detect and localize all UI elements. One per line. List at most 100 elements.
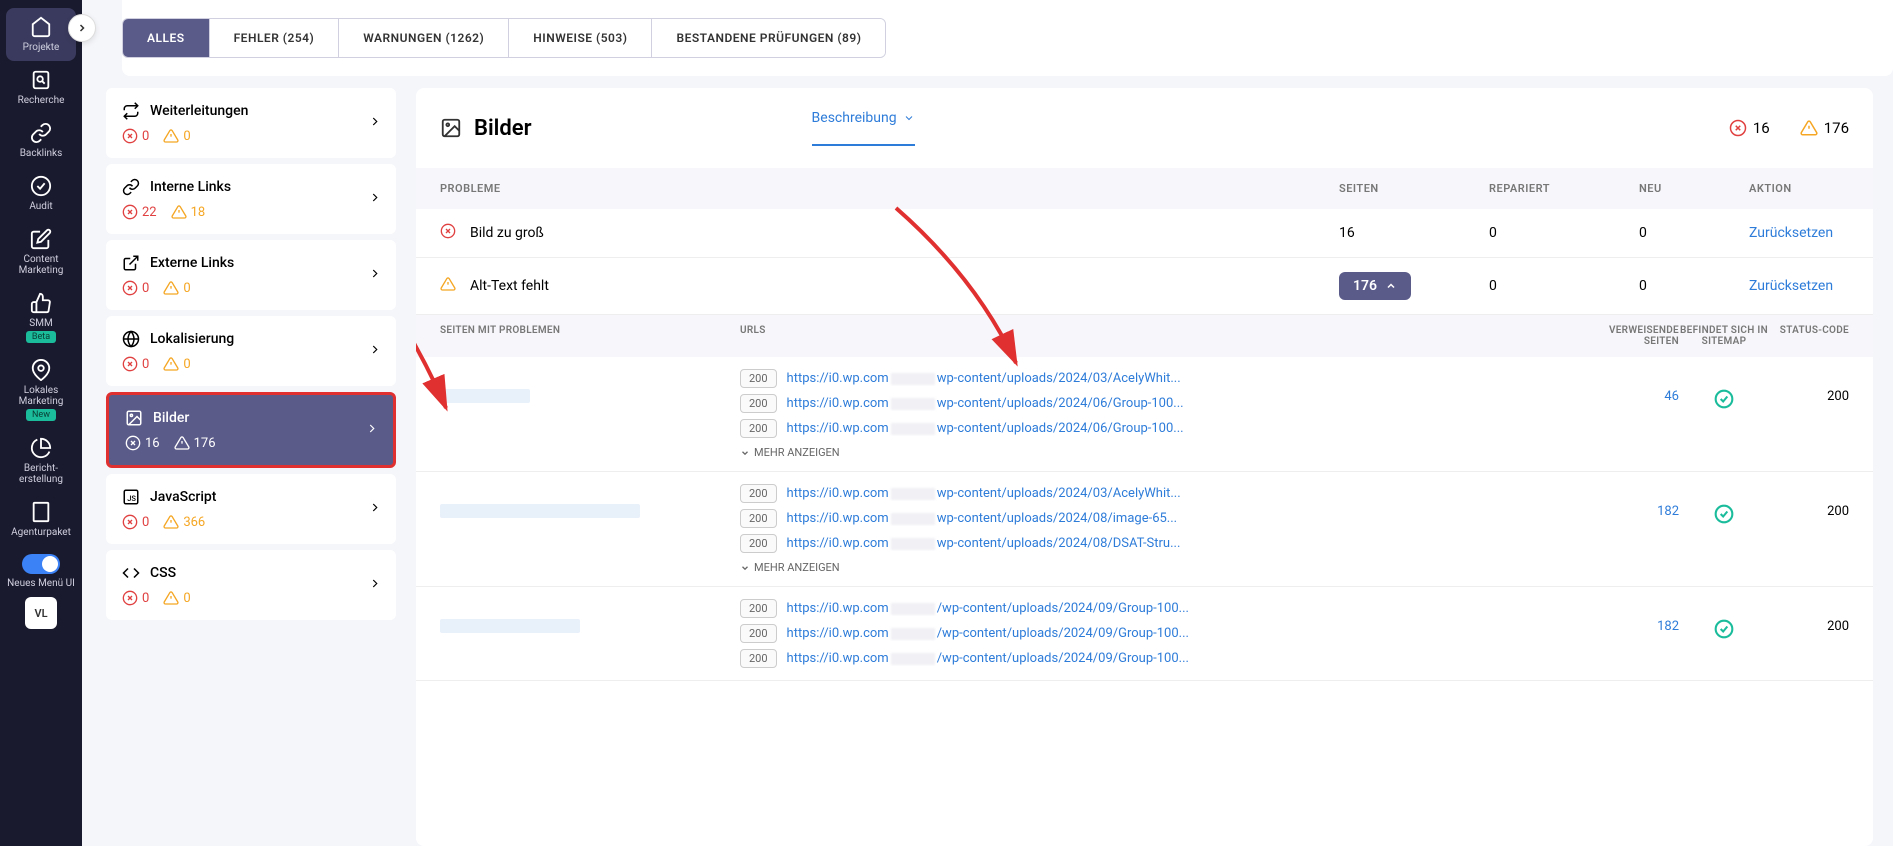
warning-count: 18 <box>171 204 206 220</box>
url-link[interactable]: https://i0.wp.comwp-content/uploads/2024… <box>787 511 1178 526</box>
status-code-badge: 200 <box>740 599 777 618</box>
nav-item-bericht-erstellung[interactable]: Bericht-erstellung <box>0 429 82 493</box>
redirect-icon <box>122 102 140 120</box>
url-link[interactable]: https://i0.wp.com/wp-content/uploads/202… <box>787 626 1189 641</box>
sidebar-expand-button[interactable] <box>68 14 96 42</box>
problem-row[interactable]: Bild zu groß 16 0 0 Zurücksetzen <box>416 209 1873 258</box>
url-link[interactable]: https://i0.wp.comwp-content/uploads/2024… <box>787 421 1184 436</box>
sitemap-check-icon <box>1714 508 1734 529</box>
warning-icon <box>1800 119 1818 137</box>
nav-item-smm[interactable]: SMMBeta <box>0 284 82 351</box>
home-icon <box>30 16 52 38</box>
header-warning-count: 176 <box>1800 119 1849 137</box>
problem-label: Bild zu groß <box>470 225 544 241</box>
warning-count: 366 <box>163 514 205 530</box>
category-bilder[interactable]: Bilder 16 176 <box>106 392 396 468</box>
user-avatar[interactable]: VL <box>25 597 57 629</box>
badge-new: New <box>26 409 56 421</box>
reset-action[interactable]: Zurücksetzen <box>1749 278 1833 294</box>
sitemap-check-icon <box>1714 393 1734 414</box>
detail-header: Bilder Beschreibung 16 <box>416 88 1873 168</box>
filter-tab[interactable]: FEHLER (254) <box>210 19 340 57</box>
thumbs-up-icon <box>30 292 52 314</box>
building-icon <box>30 501 52 523</box>
referring-pages-link[interactable]: 182 <box>1657 619 1679 634</box>
new-menu-ui-toggle[interactable] <box>22 554 60 574</box>
nav-item-recherche[interactable]: Recherche <box>0 61 82 114</box>
url-item: 200 https://i0.wp.comwp-content/uploads/… <box>740 484 1589 503</box>
description-tab[interactable]: Beschreibung <box>812 110 915 146</box>
status-code: 200 <box>1769 484 1849 519</box>
header-error-count: 16 <box>1729 119 1770 137</box>
nav-item-agenturpaket[interactable]: Agenturpaket <box>0 493 82 546</box>
nav-item-projekte[interactable]: Projekte <box>6 8 76 61</box>
status-code-badge: 200 <box>740 419 777 438</box>
filter-tab[interactable]: ALLES <box>123 19 210 57</box>
category-lokalisierung[interactable]: Lokalisierung 0 0 <box>106 316 396 386</box>
chevron-right-icon <box>368 342 382 361</box>
filter-tab[interactable]: HINWEISE (503) <box>509 19 652 57</box>
error-count: 0 <box>122 280 149 296</box>
problem-label: Alt-Text fehlt <box>470 278 549 294</box>
image-icon <box>440 117 462 139</box>
page-row: 200 https://i0.wp.comwp-content/uploads/… <box>416 472 1873 587</box>
url-link[interactable]: https://i0.wp.comwp-content/uploads/2024… <box>787 371 1181 386</box>
warning-count: 0 <box>163 280 190 296</box>
chevron-right-icon <box>368 500 382 519</box>
problem-row[interactable]: Alt-Text fehlt 176 0 0 Zurücksetzen <box>416 258 1873 315</box>
category-interne-links[interactable]: Interne Links 22 18 <box>106 164 396 234</box>
url-item: 200 https://i0.wp.comwp-content/uploads/… <box>740 394 1589 413</box>
warning-count: 0 <box>163 356 190 372</box>
page-placeholder <box>440 504 640 518</box>
url-link[interactable]: https://i0.wp.com/wp-content/uploads/202… <box>787 601 1189 616</box>
code-icon <box>122 564 140 582</box>
referring-pages-link[interactable]: 182 <box>1657 504 1679 519</box>
url-link[interactable]: https://i0.wp.com/wp-content/uploads/202… <box>787 651 1189 666</box>
url-item: 200 https://i0.wp.comwp-content/uploads/… <box>740 534 1589 553</box>
error-count: 0 <box>122 356 149 372</box>
edit-icon <box>30 228 52 250</box>
status-code: 200 <box>1769 599 1849 634</box>
reset-action[interactable]: Zurücksetzen <box>1749 225 1833 241</box>
link-icon <box>30 122 52 144</box>
error-count: 22 <box>122 204 157 220</box>
filter-tab[interactable]: WARNUNGEN (1262) <box>339 19 509 57</box>
status-code-badge: 200 <box>740 649 777 668</box>
url-item: 200 https://i0.wp.comwp-content/uploads/… <box>740 419 1589 438</box>
image-icon <box>125 409 143 427</box>
warning-count: 176 <box>174 435 216 451</box>
nav-item-audit[interactable]: Audit <box>0 167 82 220</box>
url-item: 200 https://i0.wp.com/wp-content/uploads… <box>740 649 1589 668</box>
warning-count: 0 <box>163 590 190 606</box>
url-item: 200 https://i0.wp.comwp-content/uploads/… <box>740 509 1589 528</box>
nav-item-content-marketing[interactable]: Content Marketing <box>0 220 82 284</box>
filter-tab[interactable]: BESTANDENE PRÜFUNGEN (89) <box>652 19 885 57</box>
url-link[interactable]: https://i0.wp.comwp-content/uploads/2024… <box>787 486 1181 501</box>
js-icon: JS <box>122 488 140 506</box>
sub-table-header: SEITEN MIT PROBLEMEN URLS VERWEISENDE SE… <box>416 315 1873 357</box>
globe-icon <box>122 330 140 348</box>
warning-icon <box>440 276 456 296</box>
category-externe-links[interactable]: Externe Links 0 0 <box>106 240 396 310</box>
nav-item-backlinks[interactable]: Backlinks <box>0 114 82 167</box>
search-doc-icon <box>30 69 52 91</box>
show-more-link[interactable]: MEHR ANZEIGEN <box>740 446 1589 459</box>
badge-beta: Beta <box>26 331 56 343</box>
status-code: 200 <box>1769 369 1849 404</box>
chevron-right-icon <box>368 190 382 209</box>
status-code-badge: 200 <box>740 369 777 388</box>
show-more-link[interactable]: MEHR ANZEIGEN <box>740 561 1589 574</box>
status-code-badge: 200 <box>740 534 777 553</box>
main-content: ALLESFEHLER (254)WARNUNGEN (1262)HINWEIS… <box>82 0 1893 846</box>
category-javascript[interactable]: JSJavaScript 0 366 <box>106 474 396 544</box>
chevron-right-icon <box>368 114 382 133</box>
pages-count-expanded[interactable]: 176 <box>1339 272 1411 300</box>
referring-pages-link[interactable]: 46 <box>1664 389 1679 404</box>
warning-count: 0 <box>163 128 190 144</box>
nav-item-lokales-marketing[interactable]: Lokales MarketingNew <box>0 351 82 429</box>
error-icon <box>1729 119 1747 137</box>
category-css[interactable]: CSS 0 0 <box>106 550 396 620</box>
url-link[interactable]: https://i0.wp.comwp-content/uploads/2024… <box>787 396 1184 411</box>
url-link[interactable]: https://i0.wp.comwp-content/uploads/2024… <box>787 536 1181 551</box>
category-weiterleitungen[interactable]: Weiterleitungen 0 0 <box>106 88 396 158</box>
